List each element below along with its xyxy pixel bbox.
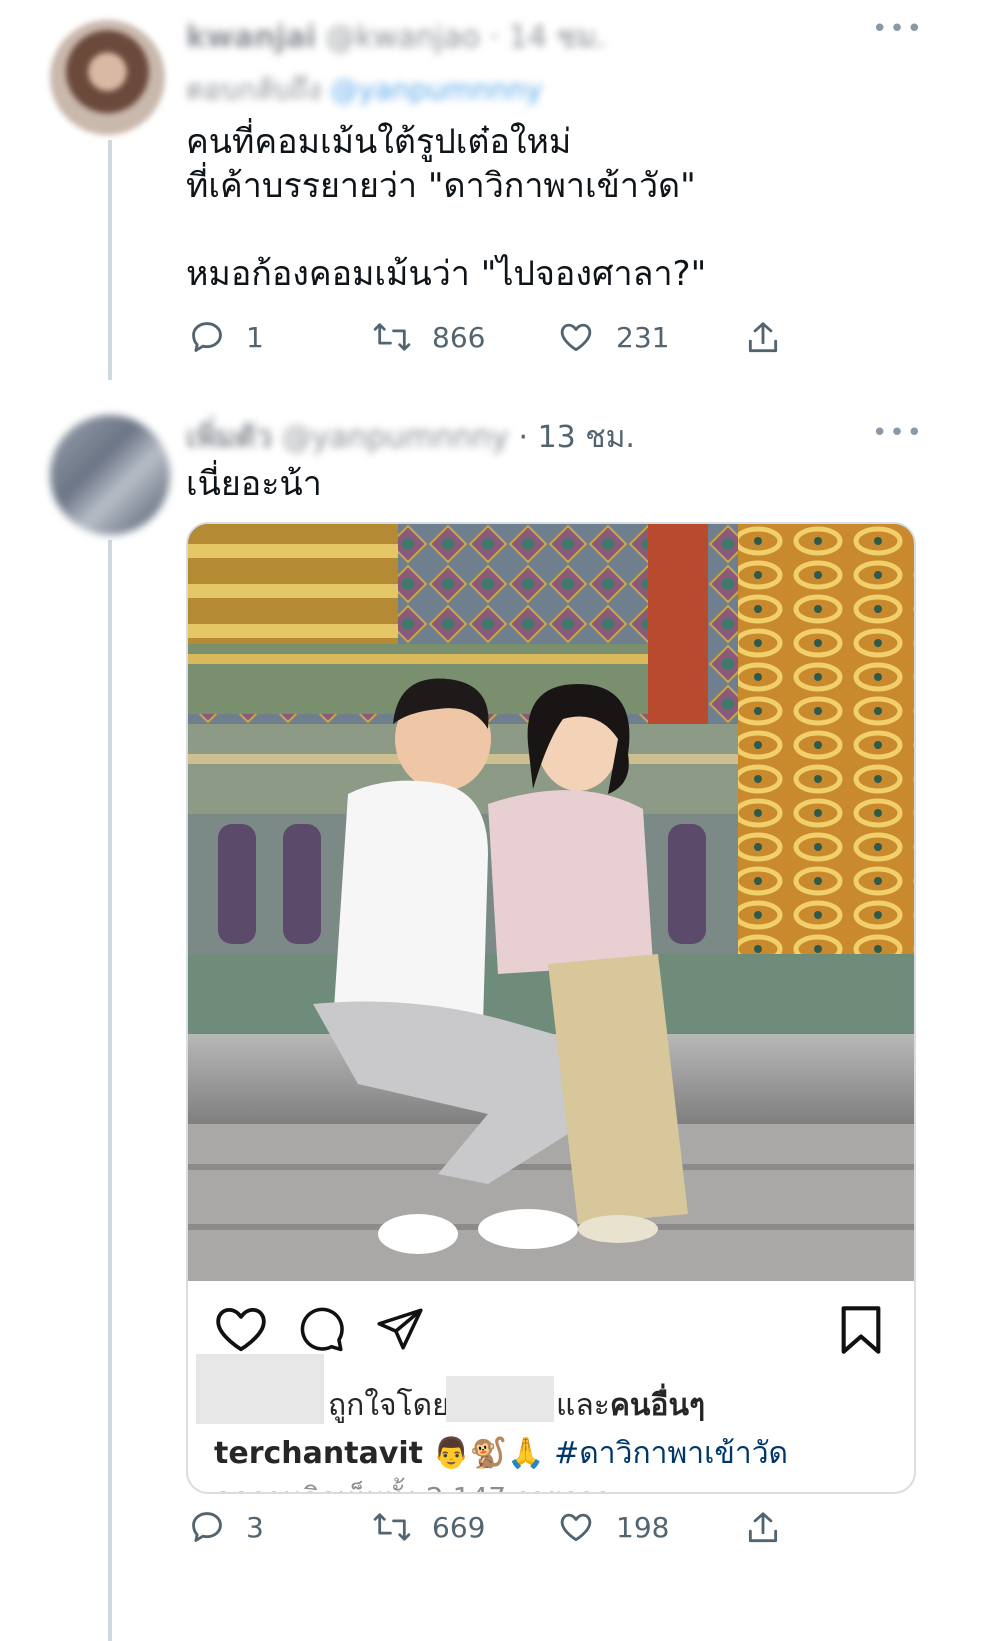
- blurred-avatars: [196, 1354, 324, 1424]
- reply-button[interactable]: 3: [188, 1508, 264, 1546]
- caption-emojis: 👨🐒🙏: [432, 1436, 545, 1471]
- tweet-header: kwanjai @kwanjao · 14 ชม.: [186, 14, 606, 61]
- bookmark-icon[interactable]: [838, 1304, 884, 1360]
- reply-count: 1: [246, 320, 264, 354]
- share-icon: [744, 1508, 782, 1548]
- tweet-text: คนที่คอมเม้นใต้รูปเต๋อใหม่ ที่เค้าบรรยาย…: [186, 122, 707, 294]
- thread-line-top: [108, 140, 112, 380]
- more-options-icon[interactable]: •••: [872, 418, 924, 448]
- embedded-image[interactable]: ถูกใจโดย และคนอื่นๆ terchantavit 👨🐒🙏 #ดา…: [186, 522, 916, 1494]
- heart-icon: [556, 318, 596, 356]
- liked-by-others[interactable]: คนอื่นๆ: [610, 1388, 705, 1423]
- reply-count: 3: [246, 1510, 264, 1544]
- thread-line-bottom: [108, 540, 112, 1641]
- liked-by-label: ถูกใจโดย: [328, 1388, 450, 1423]
- handle[interactable]: @yanpumnnny: [282, 420, 509, 455]
- liked-by-and: และคนอื่นๆ: [556, 1382, 705, 1429]
- more-options-icon[interactable]: •••: [872, 14, 924, 44]
- view-comments-link[interactable]: ดูความคิดเห็นทั้ง 2,147 รายการ: [214, 1476, 610, 1492]
- heart-icon[interactable]: [214, 1304, 268, 1358]
- like-button[interactable]: 198: [556, 1508, 669, 1546]
- comment-icon[interactable]: [296, 1304, 346, 1358]
- heart-icon: [556, 1508, 596, 1546]
- reply-to-handle[interactable]: @yanpumnnny: [330, 73, 542, 106]
- retweet-icon: [372, 318, 412, 356]
- reply-to-line: ตอบกลับถึง @yanpumnnny: [186, 68, 542, 112]
- share-button[interactable]: [744, 318, 782, 358]
- retweet-count: 669: [432, 1510, 486, 1544]
- instagram-photo: [188, 524, 914, 1281]
- avatar[interactable]: [50, 415, 170, 535]
- like-count: 198: [616, 1510, 670, 1544]
- separator-dot: ·: [489, 20, 500, 55]
- send-icon[interactable]: [374, 1304, 426, 1358]
- timestamp[interactable]: 13 ชม.: [538, 420, 635, 455]
- retweet-button[interactable]: 866: [372, 318, 485, 356]
- avatar[interactable]: [50, 20, 165, 135]
- reply-button[interactable]: 1: [188, 318, 264, 356]
- liked-by-suffix: และ: [556, 1388, 610, 1423]
- separator-dot: ·: [518, 420, 529, 455]
- caption-username[interactable]: terchantavit: [214, 1436, 423, 1471]
- like-button[interactable]: 231: [556, 318, 669, 356]
- tweet-header: เพิ่มตัว @yanpumnnny · 13 ชม.: [186, 414, 635, 461]
- caption-hashtag[interactable]: #ดาวิกาพาเข้าวัด: [554, 1436, 788, 1471]
- reply-to-label: ตอบกลับถึง: [186, 73, 322, 106]
- retweet-button[interactable]: 669: [372, 1508, 485, 1546]
- blurred-username: [446, 1376, 554, 1422]
- retweet-count: 866: [432, 320, 486, 354]
- caption: terchantavit 👨🐒🙏 #ดาวิกาพาเข้าวัด: [214, 1430, 788, 1477]
- tweet-text: เนี่ยอะน้า: [186, 464, 322, 504]
- like-count: 231: [616, 320, 670, 354]
- share-icon: [744, 318, 782, 358]
- handle[interactable]: @kwanjao: [326, 20, 480, 55]
- timestamp[interactable]: 14 ชม.: [509, 20, 606, 55]
- display-name[interactable]: เพิ่มตัว: [186, 420, 272, 455]
- display-name[interactable]: kwanjai: [186, 20, 316, 55]
- share-button[interactable]: [744, 1508, 782, 1548]
- retweet-icon: [372, 1508, 412, 1546]
- reply-icon: [188, 318, 226, 356]
- reply-icon: [188, 1508, 226, 1546]
